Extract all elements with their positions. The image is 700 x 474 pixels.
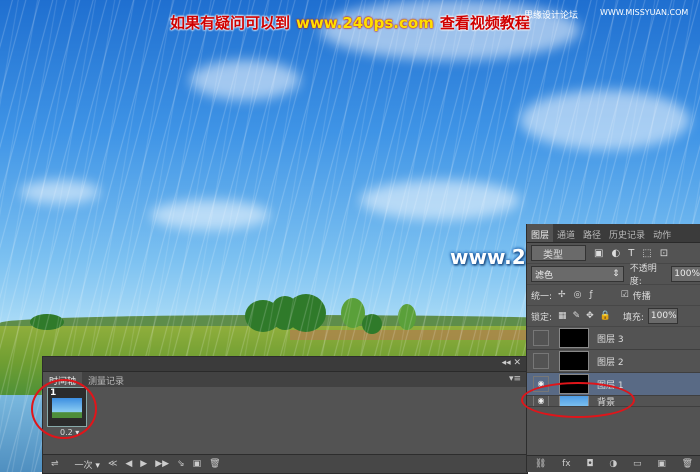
cloud [190, 60, 300, 100]
tree [398, 304, 416, 330]
layers-panel-tabs: 图层 通道 路径 历史记录 动作 [527, 224, 700, 243]
new-layer-icon[interactable]: ▣ [657, 459, 666, 469]
timeline-footer: ⇌ 一次 ▾ ≪ ◀ ▶ ▶▶ ⇘ ▣ 🗑 [43, 454, 527, 473]
tween-icon[interactable]: ⇘ [177, 459, 185, 469]
opacity-label: 不透明度: [629, 264, 657, 287]
lock-brush-icon[interactable]: ✎ [573, 311, 581, 321]
type-filter-icon[interactable]: T [628, 248, 634, 259]
chevron-updown-icon: ⇕ [612, 269, 620, 279]
cloud [20, 180, 100, 204]
adjustment-filter-icon[interactable]: ◐ [611, 248, 620, 259]
loop-select[interactable]: 一次 ▾ [67, 458, 100, 471]
new-frame-icon[interactable]: ▣ [193, 459, 202, 469]
loop-select-value: 一次 [74, 460, 93, 471]
lock-row: 锁定: ▦ ✎ ✥ 🔒 填充: 100% [527, 306, 700, 327]
smart-object-filter-icon[interactable]: ⊡ [660, 248, 668, 259]
tree [30, 314, 64, 330]
propagate-label: 传播 [632, 291, 651, 302]
tab-history[interactable]: 历史记录 [605, 224, 649, 242]
blend-row: 滤色 ⇕ 不透明度: 100% [527, 264, 700, 287]
cloud [150, 200, 270, 230]
pixel-filter-icon[interactable]: ▣ [594, 248, 603, 259]
panel-collapse-close-icon[interactable]: ◂◂ ✕ [502, 358, 521, 368]
layers-footer: ⛓ fx ◘ ◑ ▭ ▣ 🗑 [527, 455, 700, 472]
first-frame-button[interactable]: ≪ [108, 459, 117, 469]
play-button[interactable]: ▶ [140, 459, 147, 469]
cloud [520, 90, 690, 150]
banner-text-left: 如果有疑问可以到 [170, 14, 291, 32]
layer-kind-label: 类型 [543, 249, 563, 261]
layer-name: 图层 3 [597, 334, 624, 345]
unify-style-icon[interactable]: ƒ [589, 290, 592, 300]
timeline-panel: ◂◂ ✕ 时间轴 测量记录 ▾≡ 1 0.2 ▾ ⇌ 一次 ▾ ≪ ◀ ▶ ▶▶… [42, 356, 528, 474]
tab-layers[interactable]: 图层 [527, 224, 554, 242]
highlight-circle-layer [521, 382, 635, 418]
convert-timeline-icon[interactable]: ⇌ [51, 459, 59, 469]
tab-channels[interactable]: 通道 [553, 224, 579, 242]
layer-kind-select[interactable]: 类型 [531, 245, 586, 261]
unify-label: 统一: [531, 291, 553, 302]
layers-panel: 图层 通道 路径 历史记录 动作 类型 ▣ ◐ T ⬚ ⊡ 滤色 ⇕ 不透明度: … [526, 224, 700, 472]
banner-text-right: 查看视频教程 [439, 14, 530, 32]
previous-frame-button[interactable]: ◀ [125, 459, 132, 469]
tab-paths[interactable]: 路径 [579, 224, 605, 242]
shape-filter-icon[interactable]: ⬚ [642, 248, 651, 259]
tab-actions[interactable]: 动作 [649, 224, 675, 242]
lock-transparency-icon[interactable]: ▦ [558, 311, 567, 321]
filter-row: 类型 ▣ ◐ T ⬚ ⊡ [527, 243, 700, 264]
cloud [360, 180, 520, 220]
propagate-checkbox[interactable]: ☑ [621, 290, 629, 300]
tree [362, 314, 382, 334]
blend-mode-value: 滤色 [535, 270, 554, 281]
layer-row[interactable]: 图层 2 [527, 350, 700, 373]
visibility-toggle[interactable] [533, 330, 549, 346]
banner-url: www.240ps.com [296, 14, 434, 32]
trash-icon[interactable]: 🗑 [682, 459, 693, 469]
opacity-input[interactable]: 100% [671, 266, 700, 282]
delete-frame-icon[interactable]: 🗑 [209, 459, 220, 469]
fill-input[interactable]: 100% [647, 308, 678, 324]
highlight-circle-frame [31, 379, 97, 439]
timeline-titlebar: ◂◂ ✕ [43, 357, 527, 372]
folder-icon[interactable]: ▭ [633, 459, 642, 469]
unify-row: 统一: ✢ ◎ ƒ ☑ 传播 [527, 285, 700, 306]
tree [286, 294, 326, 332]
layer-row[interactable]: 图层 3 [527, 327, 700, 350]
fx-icon[interactable]: fx [562, 459, 571, 469]
panel-menu-icon[interactable]: ▾≡ [509, 374, 521, 384]
timeline-tabs: 时间轴 测量记录 ▾≡ [43, 372, 527, 387]
blend-mode-select[interactable]: 滤色 ⇕ [531, 266, 624, 282]
adjustment-icon[interactable]: ◑ [609, 459, 617, 469]
site-logo-text: 思缘设计论坛 [524, 11, 579, 21]
visibility-toggle[interactable] [533, 353, 549, 369]
lock-label: 锁定: [531, 312, 553, 323]
fill-label: 填充: [622, 312, 644, 323]
lock-move-icon[interactable]: ✥ [586, 311, 594, 321]
lock-all-icon[interactable]: 🔒 [600, 311, 611, 321]
mask-icon[interactable]: ◘ [586, 459, 593, 469]
unify-position-icon[interactable]: ✢ [558, 290, 566, 300]
layer-thumbnail [559, 328, 589, 348]
tutorial-banner: 如果有疑问可以到 www.240ps.com 查看视频教程 [170, 12, 530, 33]
site-url-text: WWW.MISSYUAN.COM [600, 8, 689, 17]
link-icon[interactable]: ⛓ [535, 459, 546, 469]
unify-visibility-icon[interactable]: ◎ [574, 290, 582, 300]
layer-thumbnail [559, 351, 589, 371]
tab-measurement-log[interactable]: 测量记录 [82, 372, 130, 387]
layer-name: 图层 2 [597, 357, 624, 368]
next-frame-button[interactable]: ▶▶ [155, 459, 169, 469]
